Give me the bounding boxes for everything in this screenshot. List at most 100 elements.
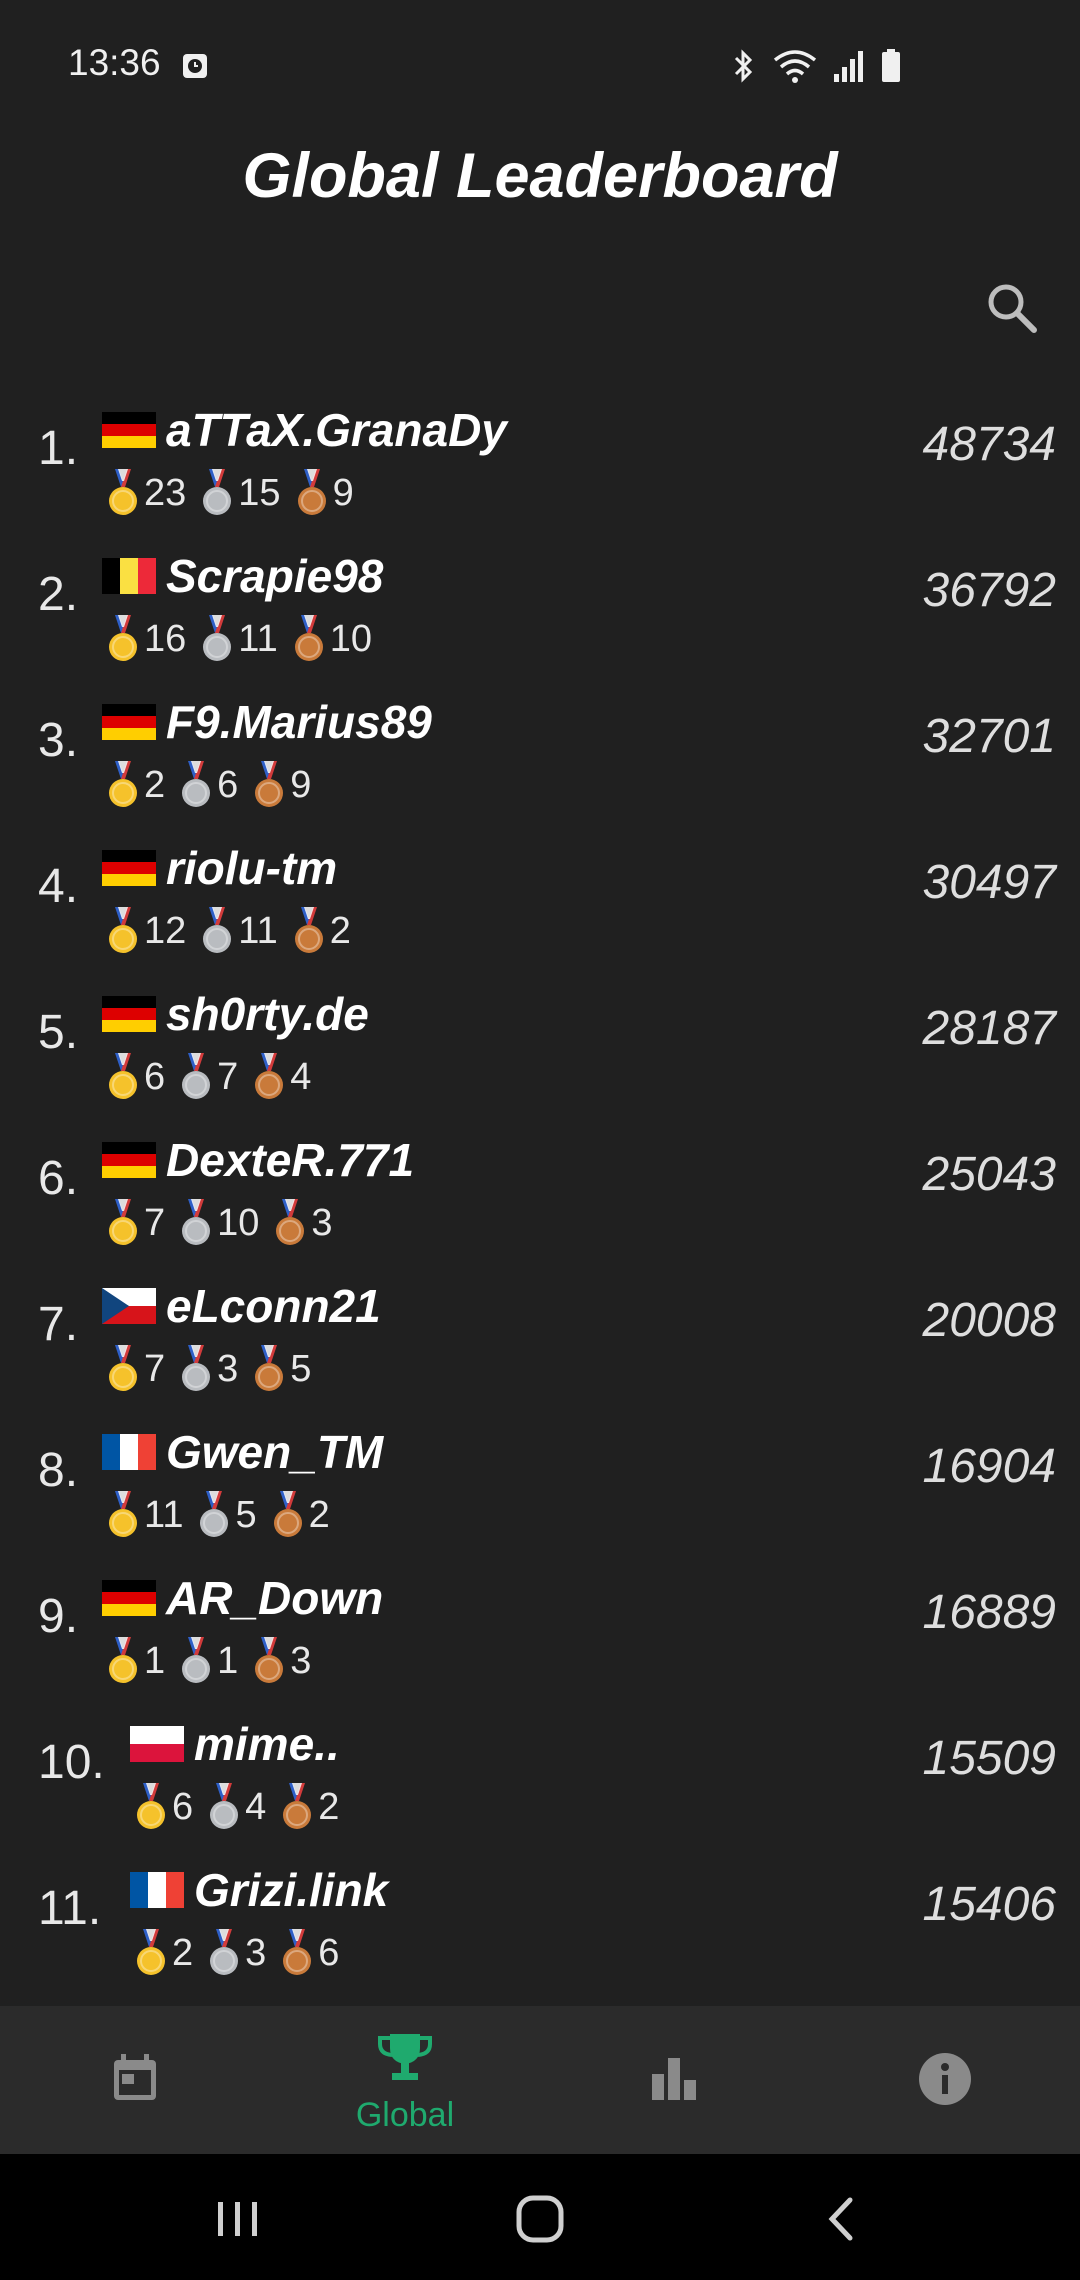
- wifi-icon: [773, 50, 817, 83]
- bar-chart-icon: [652, 2058, 696, 2100]
- player-points: 15406: [922, 1878, 1056, 1931]
- nav-item-trophy[interactable]: Global: [270, 2006, 540, 2154]
- bronze-medal-icon: [255, 1637, 284, 1683]
- recent-apps-icon[interactable]: [208, 2194, 268, 2244]
- silver-count: 3: [217, 1347, 239, 1390]
- leaderboard-row[interactable]: 1. aTTaX.GranaDy 23 15 9 48734: [0, 385, 1080, 531]
- player-name-line: DexteR.771: [102, 1125, 414, 1195]
- player-name: F9.Marius89: [166, 696, 432, 748]
- player-points: 48734: [922, 418, 1056, 471]
- nav-item-calendar[interactable]: [0, 2006, 270, 2154]
- leaderboard-row[interactable]: 10. mime.. 6 4 2 15509: [0, 1699, 1080, 1845]
- bronze-medal-icon: [276, 1199, 305, 1245]
- rank-number: 7.: [38, 1298, 79, 1351]
- bronze-count: 10: [329, 617, 373, 660]
- nav-label: Global: [355, 2096, 455, 2134]
- silver-count: 6: [217, 763, 239, 806]
- rank-number: 4.: [38, 860, 79, 913]
- leaderboard-row[interactable]: 7. eLconn21 7 3 5 20008: [0, 1261, 1080, 1407]
- player-name: Grizi.link: [194, 1864, 389, 1916]
- rank-number: 2.: [38, 568, 79, 621]
- battery-icon: [882, 49, 900, 82]
- system-navigation-bar: [0, 2154, 1080, 2280]
- flag-fr-icon: [102, 1434, 156, 1470]
- gold-count: 2: [144, 763, 166, 806]
- rank-number: 9.: [38, 1590, 79, 1643]
- leaderboard-row[interactable]: 2. Scrapie98 16 11 10 36792: [0, 531, 1080, 677]
- player-name: mime..: [194, 1718, 340, 1770]
- leaderboard-row[interactable]: 5. sh0rty.de 6 7 4 28187: [0, 969, 1080, 1115]
- status-icons: [728, 48, 902, 84]
- info-icon: [919, 2053, 971, 2105]
- search-icon[interactable]: [984, 280, 1040, 336]
- player-points: 16889: [922, 1586, 1056, 1639]
- rank-number: 8.: [38, 1444, 79, 1497]
- leaderboard-list[interactable]: 1. aTTaX.GranaDy 23 15 9 48734 2. Scrapie98 1 6 11…: [0, 385, 1080, 2006]
- player-name-line: aTTaX.GranaDy: [102, 395, 507, 465]
- player-name: Scrapie98: [166, 550, 384, 602]
- bronze-medal-icon: [255, 761, 284, 807]
- nav-item-bar-chart[interactable]: [540, 2006, 810, 2154]
- flag-de-icon: [102, 1580, 156, 1616]
- bronze-medal-icon: [297, 469, 326, 515]
- back-icon[interactable]: [812, 2194, 872, 2244]
- medal-counts: 2 3 6: [134, 1925, 388, 1981]
- player-info: DexteR.771 7 10 3: [102, 1125, 414, 1251]
- nav-item-info[interactable]: [810, 2006, 1080, 2154]
- bronze-count: 3: [311, 1201, 333, 1244]
- flag-pl-icon: [130, 1726, 184, 1762]
- player-name: sh0rty.de: [166, 988, 369, 1040]
- player-points: 28187: [922, 1002, 1056, 1055]
- leaderboard-row[interactable]: 8. Gwen_TM 11 5 2 16904: [0, 1407, 1080, 1553]
- player-info: Grizi.link 2 3 6: [130, 1855, 388, 1981]
- medal-counts: 7 10 3: [106, 1195, 414, 1251]
- player-name-line: Gwen_TM: [102, 1417, 383, 1487]
- medal-counts: 6 7 4: [106, 1049, 369, 1105]
- medal-counts: 1 1 3: [106, 1633, 383, 1689]
- silver-count: 4: [245, 1785, 267, 1828]
- leaderboard-row[interactable]: 4. riolu-tm 12 11 2 30497: [0, 823, 1080, 969]
- gold-count: 6: [172, 1785, 194, 1828]
- gold-count: 2: [172, 1931, 194, 1974]
- gold-medal-icon: [109, 1345, 137, 1391]
- player-info: eLconn21 7 3 5: [102, 1271, 381, 1397]
- silver-medal-icon: [210, 1783, 239, 1829]
- bronze-medal-icon: [255, 1345, 284, 1391]
- player-name-line: sh0rty.de: [102, 979, 369, 1049]
- gold-medal-icon: [109, 761, 137, 807]
- gold-count: 11: [144, 1493, 184, 1536]
- gold-count: 6: [144, 1055, 166, 1098]
- rank-number: 6.: [38, 1152, 79, 1205]
- flag-de-icon: [102, 412, 156, 448]
- gold-medal-icon: [109, 615, 137, 661]
- gold-medal-icon: [137, 1783, 165, 1829]
- gold-medal-icon: [109, 469, 137, 515]
- bronze-count: 9: [290, 763, 312, 806]
- flag-de-icon: [102, 704, 156, 740]
- leaderboard-row[interactable]: 6. DexteR.771 7 10 3 25043: [0, 1115, 1080, 1261]
- gold-count: 7: [144, 1347, 166, 1390]
- flag-de-icon: [102, 850, 156, 886]
- calendar-icon: [114, 2054, 156, 2100]
- player-points: 32701: [922, 710, 1056, 763]
- rank-number: 1.: [38, 422, 79, 475]
- status-time: 13:36: [68, 42, 161, 83]
- bronze-medal-icon: [294, 615, 323, 661]
- player-info: sh0rty.de 6 7 4: [102, 979, 369, 1105]
- leaderboard-row[interactable]: 3. F9.Marius89 2 6 9 32701: [0, 677, 1080, 823]
- player-info: aTTaX.GranaDy 23 15 9: [102, 395, 507, 521]
- flag-cz-icon: [102, 1288, 156, 1324]
- medal-counts: 7 3 5: [106, 1341, 381, 1397]
- medal-counts: 6 4 2: [134, 1779, 353, 1835]
- silver-medal-icon: [210, 1929, 239, 1975]
- home-icon[interactable]: [510, 2194, 570, 2244]
- player-name-line: F9.Marius89: [102, 687, 432, 757]
- silver-medal-icon: [203, 469, 232, 515]
- player-name-line: riolu-tm: [102, 833, 365, 903]
- silver-count: 11: [238, 617, 278, 660]
- leaderboard-row[interactable]: 9. AR_Down 1 1 3 16889: [0, 1553, 1080, 1699]
- player-name: riolu-tm: [166, 842, 338, 894]
- leaderboard-row[interactable]: 11. Grizi.link 2 3 6 15406: [0, 1845, 1080, 1991]
- silver-count: 1: [217, 1639, 239, 1682]
- bronze-count: 2: [308, 1493, 330, 1536]
